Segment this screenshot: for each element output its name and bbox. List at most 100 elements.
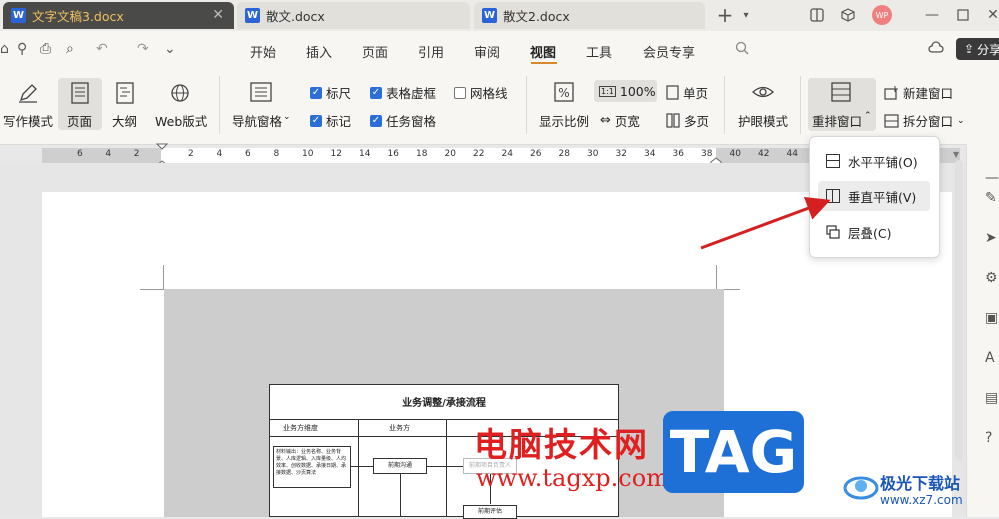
multi-page-label: 多页 [684, 114, 710, 129]
ruler-tick-label: 2 [188, 149, 194, 159]
markup-label: 标记 [326, 114, 352, 129]
single-page-icon [666, 85, 679, 100]
minimize-icon[interactable]: — [921, 4, 943, 26]
ruler-checkbox[interactable]: ✓ 标尺 [310, 83, 351, 102]
word-doc-icon: W [245, 8, 260, 23]
rearrange-window-button[interactable]: 重排窗口 ⌃ [808, 78, 876, 131]
single-page-button[interactable]: 单页 [666, 83, 708, 102]
one-to-one-icon: 1:1 [599, 85, 616, 97]
word-doc-icon: W [11, 8, 26, 23]
flowchart-box: 材料输出：业务名称、业务背景、人库逻辑、入库量级、人均效率、创收数据、承接日期、… [273, 446, 351, 488]
pen-icon[interactable]: ✎ [985, 190, 997, 206]
web-layout-button[interactable]: Web版式 [150, 79, 210, 131]
menu-references[interactable]: 引用 [418, 42, 444, 61]
page-width-button[interactable]: ⇔ 页宽 [600, 111, 640, 130]
menu-review[interactable]: 审阅 [474, 42, 500, 61]
print-preview-icon[interactable]: ⌕ [66, 41, 74, 57]
menu-page[interactable]: 页面 [362, 42, 388, 61]
percent-icon: % [554, 82, 574, 102]
add-tab-button[interactable]: + [714, 3, 736, 27]
image-icon[interactable]: ▣ [985, 310, 998, 326]
menu-home[interactable]: 开始 [250, 42, 276, 61]
doc-icon[interactable]: ▤ [985, 390, 998, 406]
maximize-icon[interactable] [952, 4, 974, 26]
ruler-toggle-icon[interactable]: ▼ [953, 150, 959, 159]
gridlines-checkbox[interactable]: 网格线 [454, 83, 508, 102]
ruler-tick-label: 26 [530, 149, 542, 159]
text-icon[interactable]: A [985, 350, 995, 366]
search-icon[interactable] [735, 41, 749, 59]
nav-pane-button[interactable]: 导航窗格 ⌄ [229, 79, 295, 131]
print-icon[interactable]: ⎙ [40, 41, 51, 57]
chevron-down-icon: ⌄ [957, 115, 965, 126]
divider [800, 76, 801, 134]
reading-mode-icon[interactable] [806, 4, 828, 26]
markup-checkbox[interactable]: ✓ 标记 [310, 111, 351, 130]
settings-icon[interactable]: ⚙ [985, 270, 998, 286]
new-window-button[interactable]: 新建窗口 [884, 83, 953, 102]
eye-mode-button[interactable]: 护眼模式 [735, 79, 791, 131]
arrow-line [400, 474, 401, 517]
outline-label: 大纲 [112, 114, 138, 129]
home-icon[interactable]: ⌂ [0, 41, 9, 57]
menu-item-label: 垂直平铺(V) [848, 189, 917, 205]
ruler-label: 标尺 [326, 86, 352, 101]
ruler-tick-label: 16 [387, 149, 399, 159]
vertical-scrollbar[interactable] [955, 160, 963, 460]
zoom-100-button[interactable]: 1:1 100% [594, 80, 657, 102]
close-window-icon[interactable]: ✕ [982, 4, 999, 26]
undo-icon[interactable]: ↶ [96, 41, 108, 57]
tab-sanwen[interactable]: W 散文.docx [237, 2, 470, 29]
write-mode-button[interactable]: 写作模式 [0, 79, 56, 131]
ruler-tick-label: 4 [216, 149, 223, 159]
crop-mark [163, 265, 164, 289]
outline-button[interactable]: 大纲 [108, 79, 144, 131]
menu-membership[interactable]: 会员专享 [643, 42, 695, 61]
multi-page-icon [666, 113, 680, 128]
split-window-button[interactable]: 拆分窗口 ⌄ [884, 111, 965, 130]
page-view-button[interactable]: 页面 [58, 78, 102, 130]
chevron-down-icon: ⌄ [283, 112, 291, 122]
cloud-icon[interactable] [928, 41, 944, 59]
table-gridlines-label: 表格虚框 [386, 86, 437, 101]
pointer-icon[interactable]: ➤ [985, 230, 997, 246]
unchecked-box-icon [454, 86, 466, 99]
menu-item-label: 层叠(C) [848, 225, 892, 241]
avatar[interactable]: WP [872, 5, 892, 25]
zoom-ratio-button[interactable]: % 显示比例 [537, 79, 591, 131]
chevron-down-icon[interactable]: ⌄ [164, 41, 176, 57]
minus-icon[interactable]: — [985, 170, 999, 186]
multi-page-button[interactable]: 多页 [666, 111, 709, 130]
task-pane-checkbox[interactable]: ✓ 任务窗格 [370, 111, 436, 130]
check-icon: ✓ [370, 86, 382, 99]
tab-document-3[interactable]: W 文字文稿3.docx ✕ [3, 2, 234, 29]
arrow-line [427, 466, 463, 467]
tile-horizontal-item[interactable]: 水平平铺(O) [818, 146, 930, 176]
help-icon[interactable]: ? [985, 430, 992, 446]
menu-insert[interactable]: 插入 [306, 42, 332, 61]
cube-icon[interactable] [837, 4, 859, 26]
chevron-up-icon: ⌃ [864, 111, 872, 121]
tab-label: 散文2.docx [503, 9, 570, 24]
ruler-tick-label: 36 [672, 149, 684, 159]
tab-sanwen2[interactable]: W 散文2.docx [474, 2, 705, 29]
close-icon[interactable]: ✕ [212, 7, 224, 23]
menu-view[interactable]: 视图 [530, 42, 556, 61]
share-button[interactable]: ⇪ 分享 [956, 38, 999, 60]
menu-tools[interactable]: 工具 [586, 42, 612, 61]
tab-label: 散文.docx [266, 9, 325, 24]
annotation-arrow [700, 197, 831, 250]
nav-pane-label: 导航窗格 [232, 114, 283, 129]
ruler-tick-label: 30 [587, 149, 599, 159]
divider [358, 419, 359, 517]
zoom-100-label: 100% [619, 83, 656, 99]
link-icon[interactable]: ⚲ [17, 41, 27, 57]
eye-icon [752, 86, 774, 98]
pen-icon [19, 84, 37, 103]
menu-item-label: 水平平铺(O) [848, 154, 918, 170]
watermark-logo: TAG [663, 411, 804, 493]
redo-icon[interactable]: ↷ [137, 41, 149, 57]
chevron-down-icon[interactable]: ▾ [735, 4, 757, 26]
table-gridlines-checkbox[interactable]: ✓ 表格虚框 [370, 83, 436, 102]
flowchart-title: 业务调整/承接流程 [402, 398, 486, 409]
